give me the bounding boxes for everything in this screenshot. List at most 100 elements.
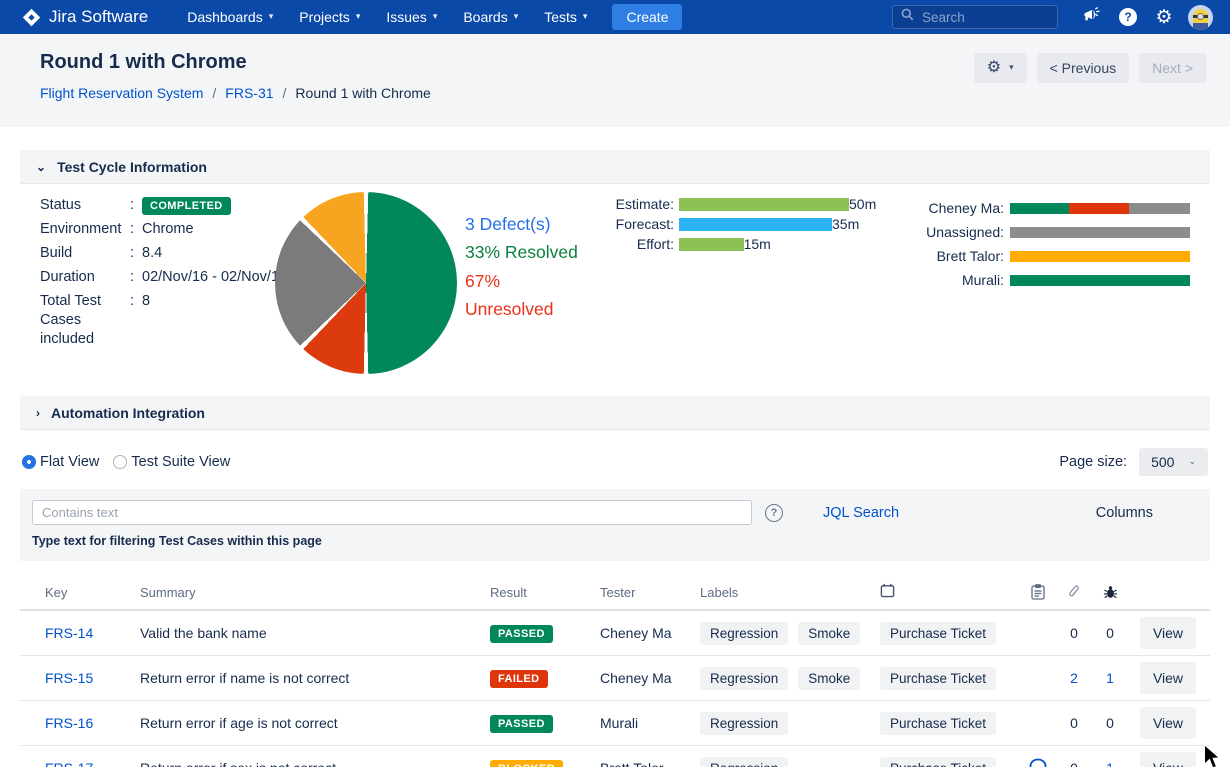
tester-label: Brett Talor: [900,248,1004,264]
cycle-settings-button[interactable]: ⚙ ▾ [974,53,1027,83]
test-cycle-info-panel: Status:COMPLETEDEnvironment:ChromeBuild:… [20,184,1210,396]
col-key: Key [45,585,140,600]
global-search[interactable]: Search [892,5,1058,29]
comment-cell [1020,758,1056,767]
cycle-fields: Status:COMPLETEDEnvironment:ChromeBuild:… [40,196,290,353]
chevron-right-icon: › [36,406,40,420]
defects-count[interactable]: 1 [1092,760,1128,767]
tester-row: Murali: [900,268,1190,292]
chevron-down-icon: ▾ [583,11,588,22]
attachments-count: 0 [1056,760,1092,767]
jira-logo[interactable]: Jira Software [22,7,148,27]
menu-tests[interactable]: Tests▾ [531,0,600,34]
feature-chip: Purchase Ticket [880,757,996,767]
time-row: Effort:15m [600,234,876,254]
table-row: FRS-14Valid the bank namePASSEDCheney Ma… [20,611,1210,656]
view-button[interactable]: View [1140,662,1196,694]
next-button[interactable]: Next > [1139,53,1206,83]
top-navbar: Jira Software Dashboards▾Projects▾Issues… [0,0,1230,34]
radio-unselected-icon [113,455,127,469]
view-button[interactable]: View [1140,707,1196,739]
breadcrumb-separator: / [212,85,216,101]
menu-dashboards[interactable]: Dashboards▾ [174,0,286,34]
table-row: FRS-17Return error if sex is not correct… [20,746,1210,767]
attachments-count: 0 [1056,715,1092,731]
table-body: FRS-14Valid the bank namePASSEDCheney Ma… [20,611,1210,767]
issue-key-link[interactable]: FRS-14 [45,625,93,641]
view-controls: Flat View Test Suite View Page size: 500… [22,448,1208,476]
page-size-control: Page size: 500 ⌄ [1059,448,1208,476]
tester-cell: Brett Talor [600,760,700,767]
label-chip: Regression [700,757,788,767]
breadcrumb-link[interactable]: Flight Reservation System [40,85,203,101]
filter-hint: Type text for filtering Test Cases withi… [32,534,1198,548]
col-result: Result [490,585,600,600]
col-tester: Tester [600,585,700,600]
flat-view-label: Flat View [40,454,99,470]
field-value: 02/Nov/16 - 02/Nov/16 [142,268,290,287]
chevron-down-icon: ⌄ [1188,456,1196,467]
issue-key-link[interactable]: FRS-16 [45,715,93,731]
chevron-down-icon: ▾ [356,11,361,22]
field-label: Duration [40,268,128,287]
menu-projects[interactable]: Projects▾ [286,0,373,34]
breadcrumb-link[interactable]: FRS-31 [225,85,273,101]
menu-boards[interactable]: Boards▾ [450,0,531,34]
page-title: Round 1 with Chrome [40,51,431,74]
page-size-label: Page size: [1059,454,1127,470]
time-bar [679,238,744,251]
flat-view-radio[interactable]: Flat View [22,454,99,470]
result-badge: PASSED [490,715,553,733]
header-actions: ⚙ ▾ < Previous Next > [974,53,1206,127]
gear-icon: ⚙ [1155,8,1172,27]
page-size-select[interactable]: 500 ⌄ [1139,448,1208,476]
tester-cell: Cheney Ma [600,670,700,686]
issue-key-link[interactable]: FRS-17 [45,760,93,767]
summary-cell: Return error if name is not correct [140,670,490,686]
section-test-cycle-information[interactable]: ⌄ Test Cycle Information [20,150,1210,184]
announcements-button[interactable] [1074,0,1110,34]
summary-cell: Return error if age is not correct [140,715,490,731]
create-button[interactable]: Create [612,4,682,30]
tester-label: Murali: [900,272,1004,288]
field-label: Total Test Cases included [40,292,128,349]
previous-button[interactable]: < Previous [1037,53,1130,83]
cycle-field: Environment:Chrome [40,220,290,239]
test-suite-view-radio[interactable]: Test Suite View [113,454,230,470]
search-placeholder: Search [922,10,965,25]
jql-search-link[interactable]: JQL Search [823,505,899,521]
section-automation-integration[interactable]: › Automation Integration [20,396,1210,430]
feature-chip: Purchase Ticket [880,667,996,690]
chevron-down-icon: ▾ [514,11,519,22]
time-row: Forecast:35m [600,214,876,234]
attachments-count[interactable]: 2 [1056,670,1092,686]
filter-panel: ? JQL Search Columns Type text for filte… [20,489,1210,561]
test-cases-table: Key Summary Result Tester Labels [20,575,1210,767]
time-label: Effort: [600,236,674,252]
view-button[interactable]: View [1140,617,1196,649]
attachments-count: 0 [1056,625,1092,641]
question-circle-icon[interactable]: ? [765,504,783,522]
help-icon: ? [1119,8,1137,26]
labels-cell: Regression [700,712,880,735]
app-window: Jira Software Dashboards▾Projects▾Issues… [0,0,1230,767]
issue-key-link[interactable]: FRS-15 [45,670,93,686]
comment-icon[interactable] [1029,758,1047,767]
menu-issues[interactable]: Issues▾ [373,0,450,34]
columns-button[interactable]: Columns [1096,505,1153,521]
help-button[interactable]: ? [1110,0,1146,34]
profile-button[interactable] [1182,0,1218,34]
tester-cell: Murali [600,715,700,731]
table-header-row: Key Summary Result Tester Labels [20,575,1210,611]
settings-button[interactable]: ⚙ [1146,0,1182,34]
execution-pie-chart [275,192,457,374]
label-chip: Regression [700,622,788,645]
field-value: Chrome [142,220,290,239]
labels-cell: RegressionSmoke [700,622,880,645]
view-button[interactable]: View [1140,752,1196,767]
time-label: Estimate: [600,196,674,212]
brand-label: Jira Software [49,7,148,27]
contains-text-input[interactable] [32,500,752,525]
defects-count[interactable]: 1 [1092,670,1128,686]
defect-summary-line: 67% Unresolved [465,267,587,324]
